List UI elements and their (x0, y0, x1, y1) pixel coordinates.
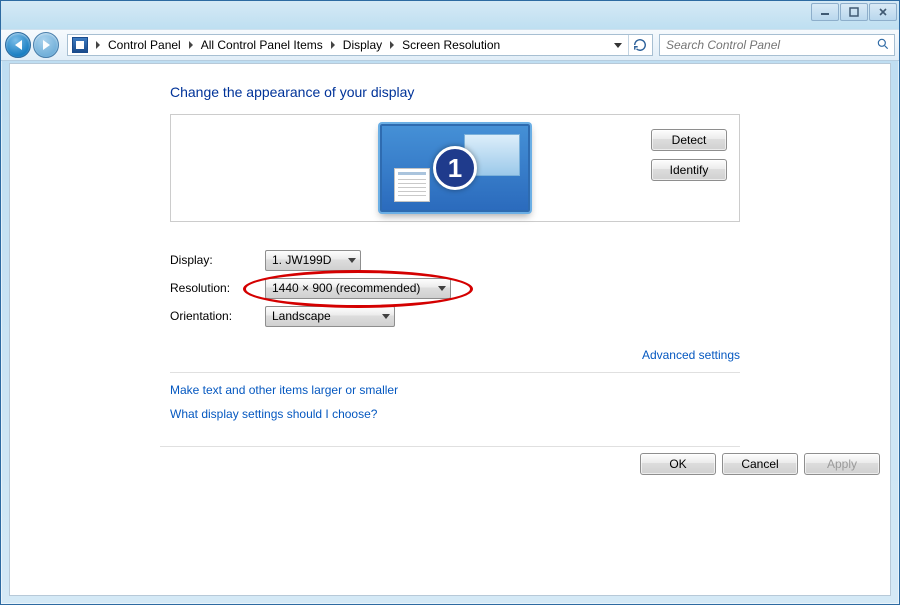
orientation-label: Orientation: (170, 309, 265, 323)
chevron-down-icon (382, 314, 390, 319)
cancel-button[interactable]: Cancel (722, 453, 798, 475)
breadcrumb[interactable]: Control Panel All Control Panel Items Di… (67, 34, 653, 56)
chevron-right-icon (189, 41, 193, 49)
dialog-button-row: OK Cancel Apply (300, 453, 880, 475)
minimize-button[interactable] (811, 3, 839, 21)
content-area: Change the appearance of your display 1 … (9, 63, 891, 596)
divider (160, 446, 740, 447)
identify-button[interactable]: Identify (651, 159, 727, 181)
apply-button[interactable]: Apply (804, 453, 880, 475)
breadcrumb-item[interactable]: Screen Resolution (400, 38, 502, 52)
advanced-settings-link[interactable]: Advanced settings (642, 348, 740, 362)
refresh-button[interactable] (628, 35, 650, 55)
resolution-select-value: 1440 × 900 (recommended) (272, 281, 420, 295)
display-label: Display: (170, 253, 265, 267)
maximize-button[interactable] (840, 3, 868, 21)
display-select[interactable]: 1. JW199D (265, 250, 361, 271)
orientation-select-value: Landscape (272, 309, 331, 323)
display-select-value: 1. JW199D (272, 253, 331, 267)
chevron-down-icon (438, 286, 446, 291)
monitor-thumbnail[interactable]: 1 (380, 124, 530, 212)
monitor-number-badge: 1 (433, 146, 477, 190)
page-title: Change the appearance of your display (170, 84, 740, 100)
divider (170, 372, 740, 373)
breadcrumb-dropdown-icon[interactable] (614, 43, 622, 48)
navigation-bar: Control Panel All Control Panel Items Di… (1, 29, 899, 61)
chevron-right-icon (96, 41, 100, 49)
ok-button[interactable]: OK (640, 453, 716, 475)
chevron-right-icon (390, 41, 394, 49)
chevron-down-icon (348, 258, 356, 263)
search-box[interactable] (659, 34, 895, 56)
display-help-link[interactable]: What display settings should I choose? (170, 407, 377, 421)
window-controls (810, 3, 897, 21)
chevron-right-icon (331, 41, 335, 49)
nav-back-button[interactable] (5, 32, 31, 58)
control-panel-icon (72, 37, 88, 53)
breadcrumb-item[interactable]: Control Panel (106, 38, 183, 52)
text-size-link[interactable]: Make text and other items larger or smal… (170, 383, 398, 397)
resolution-label: Resolution: (170, 281, 265, 295)
nav-forward-button[interactable] (33, 32, 59, 58)
detect-button[interactable]: Detect (651, 129, 727, 151)
search-icon (876, 37, 890, 54)
resolution-select[interactable]: 1440 × 900 (recommended) (265, 278, 451, 299)
display-preview-panel: 1 Detect Identify (170, 114, 740, 222)
title-bar (1, 1, 899, 29)
window-frame: Control Panel All Control Panel Items Di… (0, 0, 900, 605)
orientation-select[interactable]: Landscape (265, 306, 395, 327)
search-input[interactable] (664, 37, 876, 53)
breadcrumb-item[interactable]: All Control Panel Items (199, 38, 325, 52)
close-button[interactable] (869, 3, 897, 21)
breadcrumb-item[interactable]: Display (341, 38, 384, 52)
